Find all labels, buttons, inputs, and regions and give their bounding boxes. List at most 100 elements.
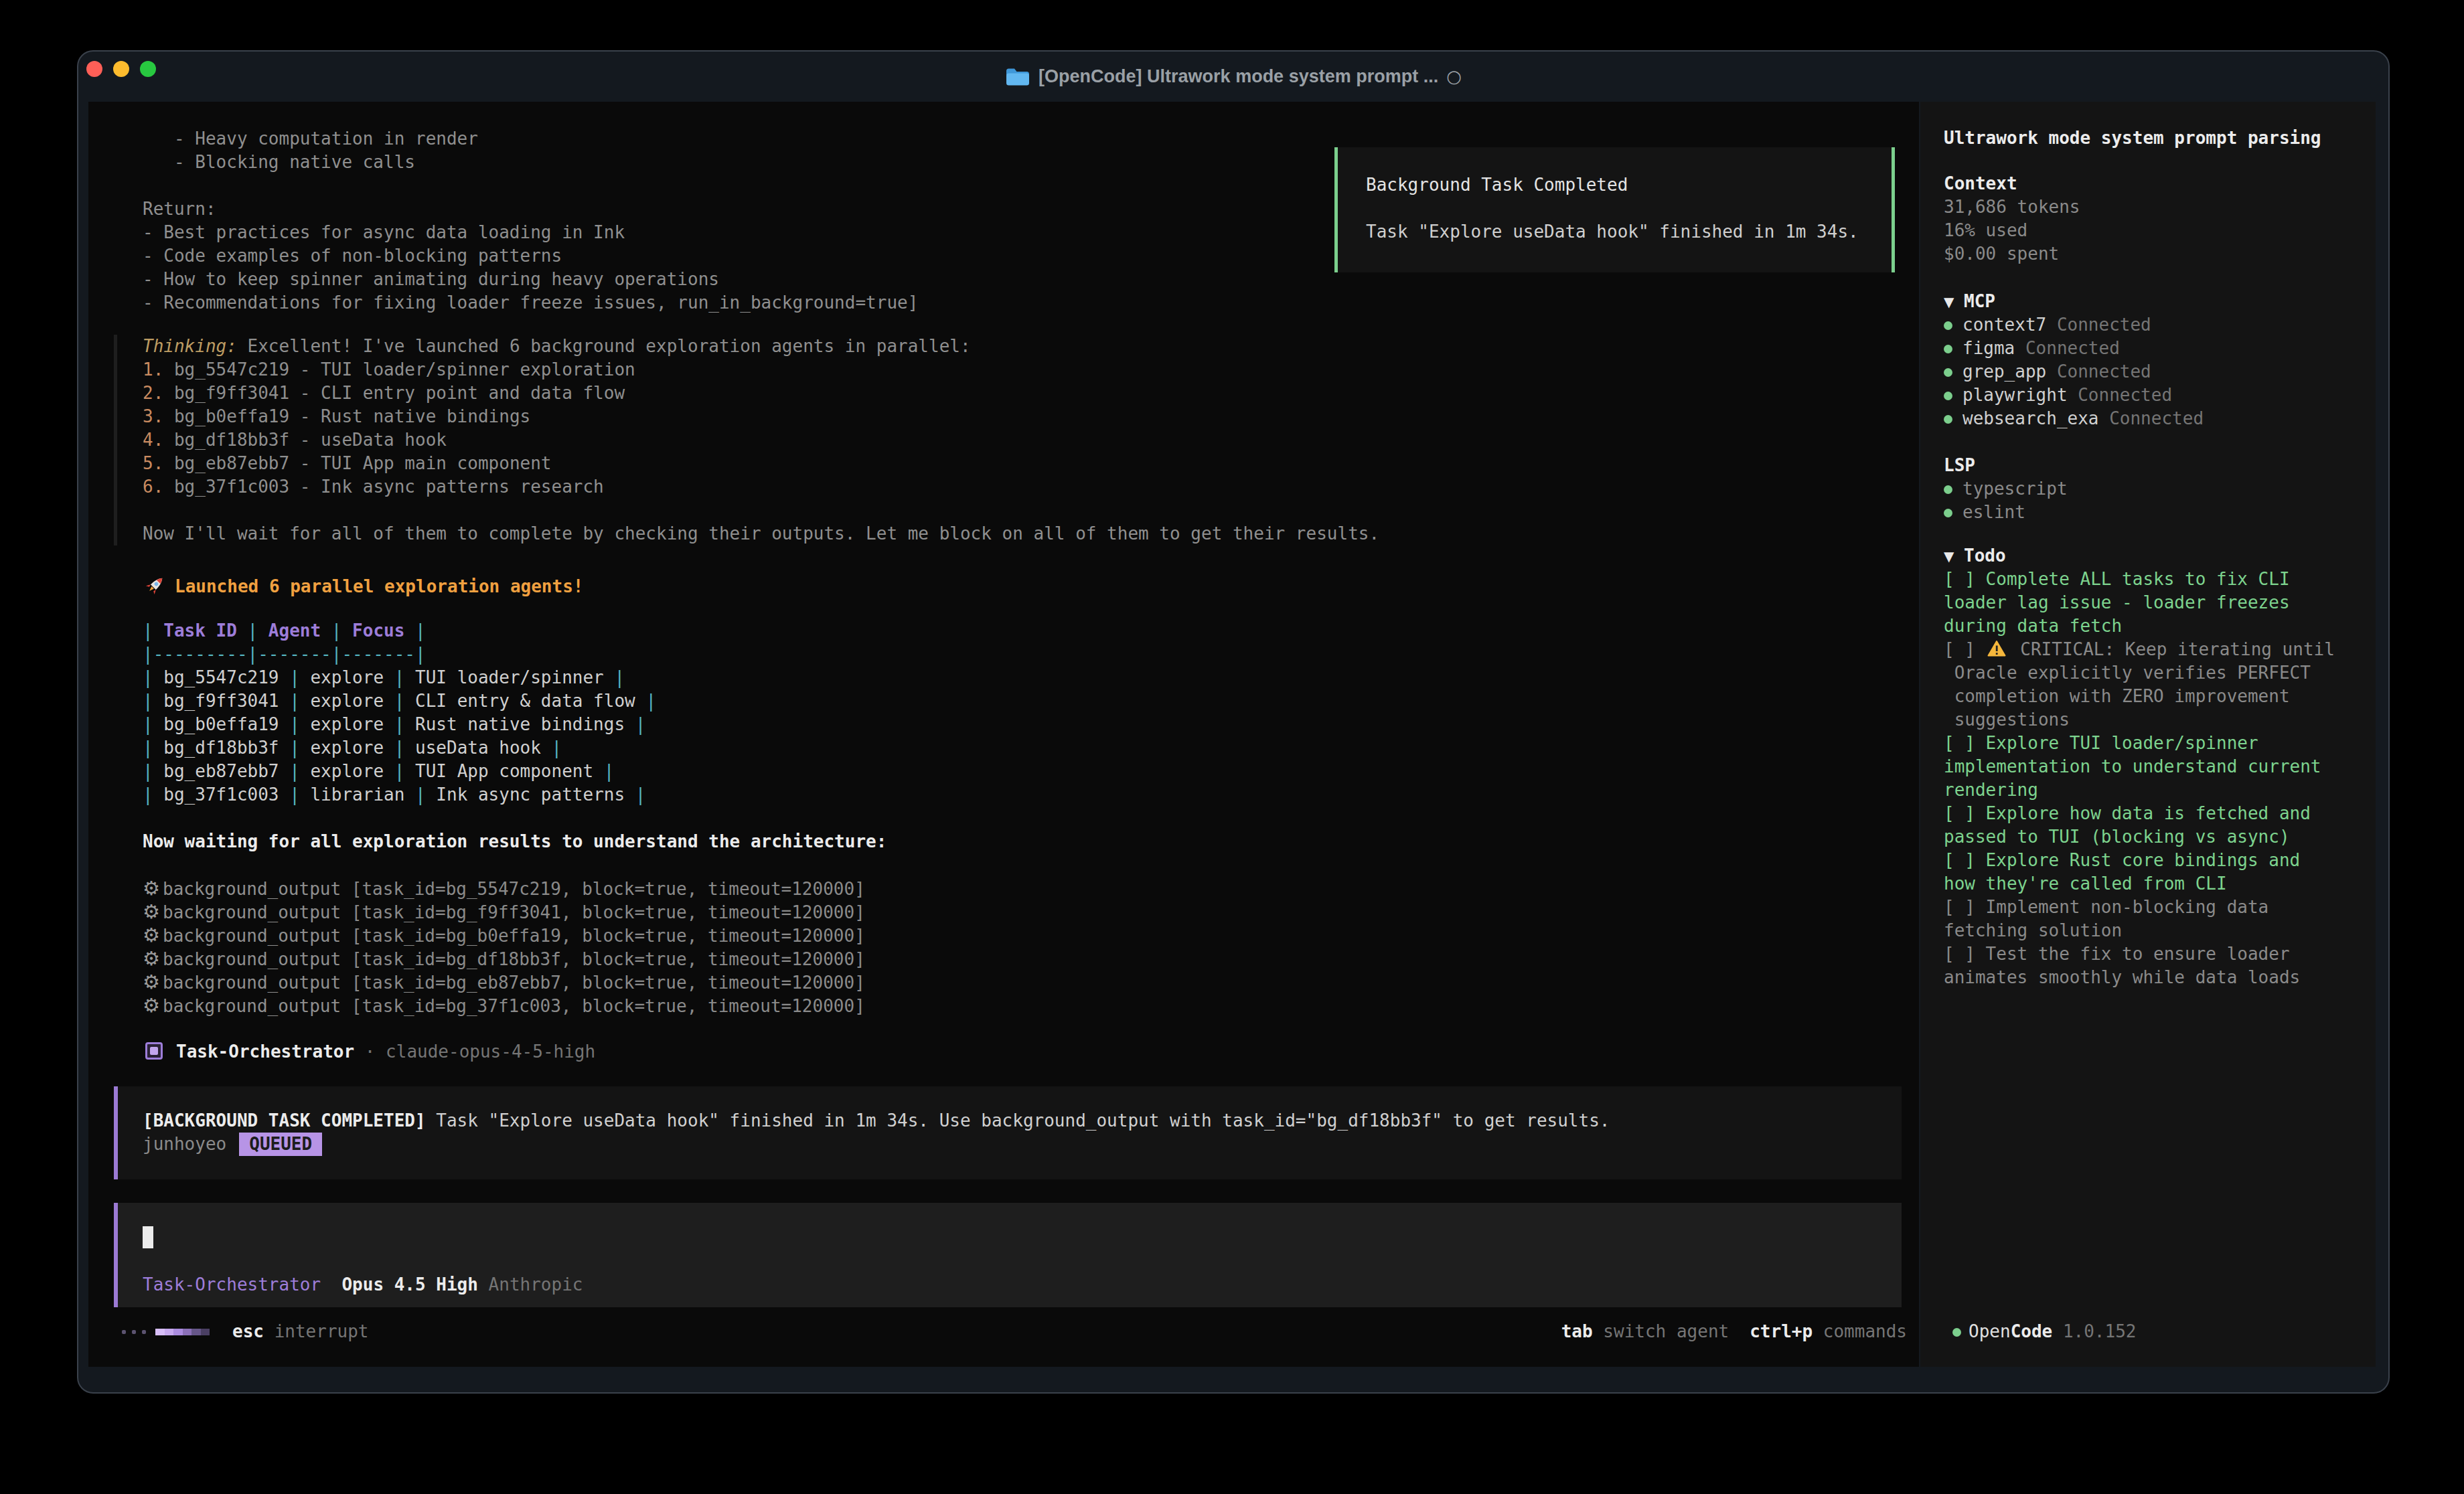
thinking-block: Thinking: Excellent! I've launched 6 bac…: [114, 335, 1379, 546]
thinking-list-item: 1. bg_5547c219 - TUI loader/spinner expl…: [143, 358, 1379, 382]
server-status-dot: [1944, 415, 1952, 424]
warning-icon: [1987, 640, 2006, 663]
spinner-gradient: [155, 1329, 210, 1335]
title-status-icon: ○: [1446, 65, 1462, 88]
banner-text: Launched 6 parallel exploration agents!: [175, 576, 583, 596]
thinking-list-item: 3. bg_b0effa19 - Rust native bindings: [143, 405, 1379, 428]
window-title-row: [OpenCode] Ultrawork mode system prompt …: [78, 52, 2388, 102]
notification-body: Task "Explore useData hook" finished in …: [1366, 220, 1892, 244]
lsp-heading: LSP: [1944, 454, 2376, 477]
table-row: | bg_f9ff3041 | explore | CLI entry & da…: [143, 689, 656, 713]
brand-code: Code: [2011, 1321, 2053, 1341]
cmd-label: commands: [1813, 1320, 1907, 1343]
gear-icon: ⚙: [143, 877, 163, 900]
orchestrator-model: claude-opus-4-5-high: [386, 1042, 595, 1062]
terminal-line: - Recommendations for fixing loader free…: [143, 291, 918, 315]
input-agent-line: Task-Orchestrator Opus 4.5 High Anthropi…: [143, 1273, 1902, 1297]
terminal-line: - How to keep spinner animating during h…: [143, 268, 918, 291]
todo-heading: ▼Todo: [1944, 544, 2376, 568]
thinking-list-item: 5. bg_eb87ebb7 - TUI App main component: [143, 452, 1379, 475]
notification-toast: Background Task Completed Task "Explore …: [1334, 147, 1895, 272]
table-row: | bg_b0effa19 | explore | Rust native bi…: [143, 713, 656, 736]
tab-label: switch agent: [1593, 1320, 1729, 1343]
server-status-dot: [1944, 509, 1952, 517]
app-version: 1.0.152: [2052, 1321, 2136, 1341]
mcp-server: figma Connected: [1944, 337, 2376, 360]
tool-call-list: ⚙background_output [task_id=bg_5547c219,…: [143, 877, 865, 1017]
tab-key: tab: [1561, 1320, 1593, 1343]
todo-line: [ ] Explore Rust core bindings and: [1944, 849, 2376, 872]
gear-icon: ⚙: [143, 994, 163, 1017]
app-window: [OpenCode] Ultrawork mode system prompt …: [78, 52, 2388, 1392]
sidebar-footer: OpenCode 1.0.152: [1920, 1320, 2376, 1343]
thinking-list-item: 4. bg_df18bb3f - useData hook: [143, 428, 1379, 452]
lsp-server: eslint: [1944, 501, 2376, 524]
gear-icon: ⚙: [143, 924, 163, 947]
status-dot: [1952, 1328, 1961, 1337]
agents-table: | Task ID | Agent | Focus ||---------|--…: [143, 619, 656, 807]
context-stat: 31,686 tokens: [1944, 195, 2376, 219]
terminal-line: [143, 174, 918, 197]
tool-call-line: ⚙background_output [task_id=bg_eb87ebb7,…: [143, 971, 865, 994]
window-title: [OpenCode] Ultrawork mode system prompt …: [1038, 65, 1438, 88]
table-row: |---------|-------|-------|: [143, 643, 656, 666]
table-row: | bg_5547c219 | explore | TUI loader/spi…: [143, 666, 656, 689]
terminal-line: - Blocking native calls: [143, 151, 918, 174]
user-name: junhoyeo: [143, 1134, 226, 1154]
orchestrator-sep: ·: [354, 1042, 386, 1062]
input-line: [143, 1226, 1902, 1250]
thinking-tail-line: Now I'll wait for all of them to complet…: [143, 522, 1379, 546]
esc-label: interrupt: [264, 1320, 369, 1343]
status-bar: esc interrupt tab switch agent ctrl+p co…: [88, 1320, 1919, 1343]
server-status-dot: [1944, 392, 1952, 400]
banner-line: Launched 6 parallel exploration agents!: [143, 574, 583, 597]
rocket-icon: [143, 574, 167, 598]
todo-line: suggestions: [1944, 708, 2376, 732]
context-heading: Context: [1944, 172, 2376, 195]
todo-line: [ ] CRITICAL: Keep iterating until: [1944, 638, 2376, 661]
todo-line: [ ] Explore TUI loader/spinner: [1944, 732, 2376, 755]
todo-line: [ ] Complete ALL tasks to fix CLI: [1944, 568, 2376, 591]
table-row: | bg_eb87ebb7 | explore | TUI App compon…: [143, 760, 656, 783]
server-status-dot: [1944, 485, 1952, 494]
input-agent: Task-Orchestrator: [143, 1274, 321, 1295]
folder-icon: [1005, 68, 1029, 86]
server-status-dot: [1944, 321, 1952, 330]
terminal-line: - Code examples of non-blocking patterns: [143, 244, 918, 268]
tool-call-line: ⚙background_output [task_id=bg_b0effa19,…: [143, 924, 865, 947]
prompt-input[interactable]: Task-Orchestrator Opus 4.5 High Anthropi…: [114, 1203, 1902, 1307]
completed-line: [BACKGROUND TASK COMPLETED] Task "Explor…: [143, 1109, 1902, 1133]
esc-key: esc: [232, 1320, 264, 1343]
waiting-line: Now waiting for all exploration results …: [143, 830, 887, 853]
agent-icon: [145, 1042, 163, 1060]
mcp-heading: ▼MCP: [1944, 290, 2376, 313]
assistant-text-block: - Heavy computation in render - Blocking…: [143, 127, 918, 315]
todo-line: [ ] Implement non-blocking data: [1944, 896, 2376, 919]
tool-call-line: ⚙background_output [task_id=bg_df18bb3f,…: [143, 947, 865, 971]
terminal-line: - Heavy computation in render: [143, 127, 918, 151]
todo-line: animates smoothly while data loads: [1944, 966, 2376, 989]
mcp-server: websearch_exa Connected: [1944, 407, 2376, 430]
lsp-server: typescript: [1944, 477, 2376, 501]
todo-line: passed to TUI (blocking vs async): [1944, 825, 2376, 849]
lsp-section: LSPtypescripteslint: [1920, 454, 2376, 524]
completed-meta-line: junhoyeoQUEUED: [143, 1133, 1902, 1156]
context-stat: 16% used: [1944, 219, 2376, 242]
titlebar: [OpenCode] Ultrawork mode system prompt …: [78, 52, 2388, 102]
gear-icon: ⚙: [143, 947, 163, 971]
table-row: | bg_df18bb3f | explore | useData hook |: [143, 736, 656, 760]
thinking-line: Thinking: Excellent! I've launched 6 bac…: [143, 335, 1379, 358]
terminal-line: Return:: [143, 197, 918, 221]
todo-line: how they're called from CLI: [1944, 872, 2376, 896]
todo-line: [ ] Explore how data is fetched and: [1944, 802, 2376, 825]
tool-call-line: ⚙background_output [task_id=bg_f9ff3041,…: [143, 900, 865, 924]
cmd-key: ctrl+p: [1750, 1320, 1813, 1343]
desktop: [OpenCode] Ultrawork mode system prompt …: [0, 0, 2464, 1494]
todo-section: ▼Todo[ ] Complete ALL tasks to fix CLIlo…: [1920, 544, 2376, 989]
todo-line: loader lag issue - loader freezes: [1944, 591, 2376, 614]
background-completed-box: [BACKGROUND TASK COMPLETED] Task "Explor…: [114, 1086, 1902, 1179]
todo-line: Oracle explicitly verifies PERFECT: [1944, 661, 2376, 685]
context-stat: $0.00 spent: [1944, 242, 2376, 266]
input-provider: Anthropic: [489, 1274, 583, 1295]
mcp-server: grep_app Connected: [1944, 360, 2376, 384]
